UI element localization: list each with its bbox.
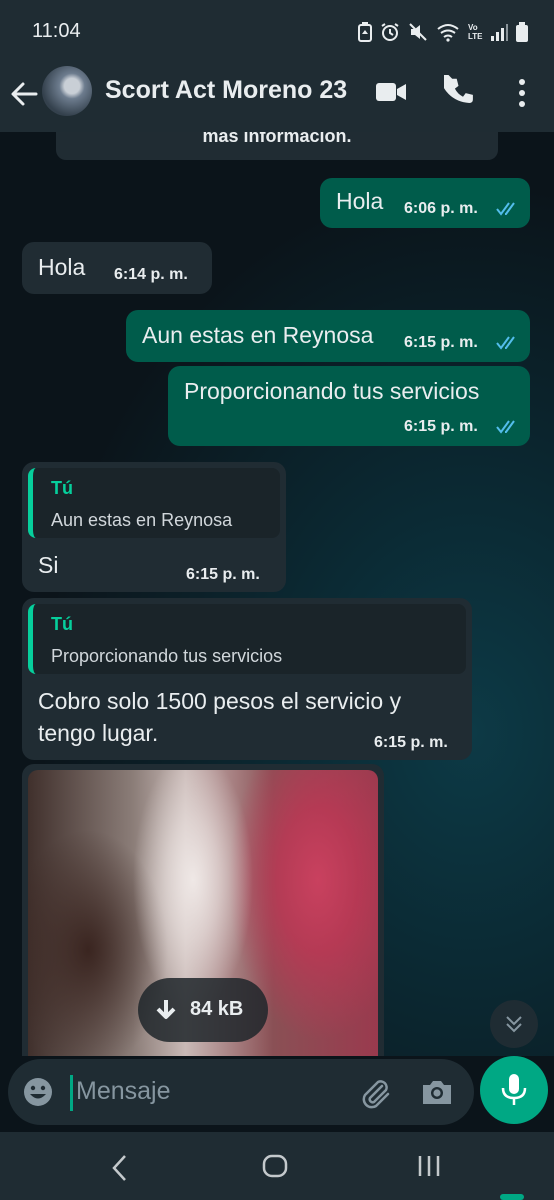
quoted-author: Tú	[51, 478, 73, 498]
quoted-author: Tú	[51, 614, 73, 634]
scroll-to-bottom-button[interactable]	[490, 1000, 538, 1048]
alarm-icon	[381, 23, 399, 41]
microphone-icon	[501, 1074, 527, 1105]
system-navigation-bar	[0, 1132, 554, 1200]
emoji-icon[interactable]	[22, 1076, 54, 1108]
message-bubble-outgoing[interactable]: Hola 6:06 p. m.	[320, 178, 530, 228]
status-icons: Vo LTE	[358, 22, 528, 42]
double-chevron-down-icon	[506, 1016, 522, 1033]
message-text: Hola	[38, 254, 86, 280]
status-time: 11:04	[32, 20, 81, 42]
message-composer: Mensaje	[0, 1056, 554, 1132]
message-bubble-outgoing[interactable]: Proporcionando tus servicios 6:15 p. m.	[168, 366, 530, 446]
phone-call-icon[interactable]	[444, 75, 478, 109]
signal-icon	[491, 24, 508, 41]
message-time: 6:15 p. m.	[404, 334, 478, 351]
status-bar: 11:04 Vo LTE	[0, 0, 554, 62]
message-time: 6:15 p. m.	[404, 418, 478, 435]
voice-message-button[interactable]	[480, 1056, 548, 1124]
more-options-icon[interactable]	[508, 76, 536, 110]
battery-saver-icon	[358, 22, 372, 42]
battery-icon	[516, 22, 528, 42]
download-size: 84 kB	[190, 998, 244, 1020]
read-receipt-icon	[496, 202, 515, 216]
volte-icon: Vo LTE	[468, 23, 483, 41]
message-bubble-outgoing[interactable]: Aun estas en Reynosa 6:15 p. m.	[126, 310, 530, 362]
wifi-icon	[437, 24, 459, 42]
home-indicator	[500, 1194, 524, 1200]
text-cursor	[70, 1075, 73, 1111]
contact-name[interactable]: Scort Act Moreno 23	[105, 76, 347, 105]
message-bubble-incoming[interactable]: Hola 6:14 p. m.	[22, 242, 212, 294]
message-text: Proporcionando tus servicios	[184, 378, 480, 404]
nav-back-icon[interactable]	[110, 1154, 130, 1182]
quoted-message[interactable]: Tú Proporcionando tus servicios	[28, 604, 466, 674]
message-bubble-incoming-reply[interactable]: Tú Aun estas en Reynosa Si 6:15 p. m.	[22, 462, 286, 592]
contact-avatar[interactable]	[42, 66, 92, 116]
message-time: 6:15 p. m.	[374, 734, 448, 751]
read-receipt-icon	[496, 420, 515, 434]
camera-icon[interactable]	[420, 1077, 454, 1107]
system-message: más información.	[56, 132, 498, 160]
video-call-icon[interactable]	[374, 77, 408, 107]
message-text: Si	[38, 552, 59, 578]
quoted-message[interactable]: Tú Aun estas en Reynosa	[28, 468, 280, 538]
attach-icon[interactable]	[358, 1076, 392, 1110]
read-receipt-icon	[496, 336, 515, 350]
message-bubble-incoming-reply[interactable]: Tú Proporcionando tus servicios Cobro so…	[22, 598, 472, 760]
message-text: Aun estas en Reynosa	[142, 322, 374, 348]
message-text-line-2: tengo lugar.	[38, 720, 159, 746]
chat-header: Scort Act Moreno 23	[0, 62, 554, 132]
download-button[interactable]: 84 kB	[138, 978, 268, 1042]
message-input-placeholder: Mensaje	[76, 1077, 171, 1105]
message-input[interactable]: Mensaje	[8, 1059, 474, 1125]
back-arrow-icon[interactable]	[8, 78, 40, 110]
mute-icon	[409, 23, 427, 41]
message-time: 6:15 p. m.	[186, 566, 260, 583]
chat-area[interactable]: más información. Hola 6:06 p. m. Hola 6:…	[0, 132, 554, 1056]
system-message-text: más información.	[202, 132, 352, 146]
quoted-text: Proporcionando tus servicios	[51, 646, 283, 666]
nav-recent-apps-icon[interactable]	[416, 1152, 442, 1180]
message-text: Hola	[336, 188, 384, 214]
message-text-line-1: Cobro solo 1500 pesos el servicio y	[38, 688, 402, 714]
message-time: 6:14 p. m.	[114, 266, 188, 283]
nav-home-icon[interactable]	[262, 1152, 288, 1180]
wallpaper-moon	[332, 442, 421, 522]
message-time: 6:06 p. m.	[404, 200, 478, 217]
download-icon	[156, 1000, 176, 1019]
quoted-text: Aun estas en Reynosa	[51, 510, 233, 530]
